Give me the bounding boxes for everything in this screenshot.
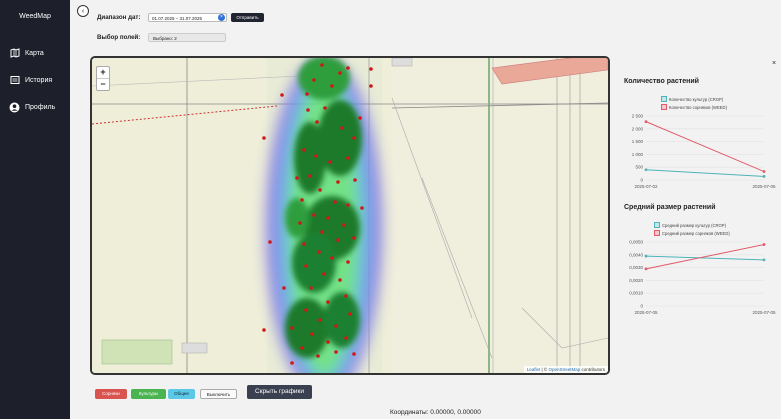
y-tick-label: 2 000	[632, 126, 644, 131]
sidebar-item-label: История	[25, 76, 53, 84]
submit-button[interactable]: Отправить	[231, 13, 264, 22]
x-tick-label: 2025-07-05	[634, 310, 658, 315]
chart-title-size: Средний размер растений	[624, 204, 716, 211]
y-tick-label: 500	[635, 165, 643, 170]
history-icon	[9, 75, 20, 86]
legend-label: Средний размер культур (CROP)	[662, 222, 726, 228]
data-point	[644, 120, 648, 124]
data-point	[644, 267, 648, 271]
y-tick-label: 0	[640, 178, 643, 183]
close-charts-button[interactable]: ×	[772, 60, 776, 67]
data-point	[762, 170, 766, 173]
y-tick-label: 0	[640, 304, 643, 309]
fields-select[interactable]: Выбрано: 2	[148, 33, 226, 42]
y-tick-label: 2 500	[632, 114, 644, 119]
series-line	[645, 169, 765, 177]
data-point	[644, 168, 648, 172]
data-point	[762, 175, 766, 178]
x-tick-label: 2025-07-05	[752, 310, 776, 315]
close-icon: ×	[220, 14, 223, 20]
x-tick-label: 2025-07-02	[634, 184, 658, 189]
sidebar-item-history[interactable]: История	[9, 73, 52, 87]
data-point	[762, 258, 766, 262]
legend-swatch	[661, 104, 667, 110]
clear-date-button[interactable]: ×	[218, 14, 225, 21]
close-icon: ×	[772, 60, 777, 67]
date-range-label: Диапазон дат:	[97, 14, 141, 21]
legend-swatch	[654, 230, 660, 236]
charts-panel: × Количество растений Количество культур…	[614, 56, 781, 371]
zoom-out-button[interactable]: −	[97, 79, 109, 90]
chart-title-count: Количество растений	[624, 78, 699, 85]
hide-charts-button[interactable]: Скрыть графики	[247, 385, 312, 399]
coordinates-readout: Координаты: 0.00000, 0.00000	[390, 409, 481, 416]
y-tick-label: 0,0020	[629, 278, 643, 283]
leaflet-link[interactable]: Leaflet	[527, 367, 541, 372]
weeds-filter-button[interactable]: Сорняки	[95, 389, 127, 399]
legend-item-crop-count: Количество культур (CROP)	[661, 96, 723, 102]
data-point	[644, 254, 648, 258]
legend-swatch	[661, 96, 667, 102]
sidebar-item-map[interactable]: Карта	[9, 46, 44, 60]
chart-plant-count: 0 500 1 000 1 500 2 000 2 500 2025-07-02 2025-0…	[632, 114, 776, 190]
date-range-input[interactable]: 01.07.2025 – 31.07.2025	[148, 13, 227, 22]
app-brand: WeedMap	[19, 13, 51, 20]
y-tick-label: 1 000	[632, 152, 644, 157]
map-attribution: Leaflet | © OpenStreetMap contributors	[523, 366, 608, 373]
fields-label: Выбор полей:	[97, 34, 141, 41]
all-filter-button[interactable]: Общее	[168, 389, 195, 399]
legend-item-crop-size: Средний размер культур (CROP)	[654, 222, 726, 228]
map-canvas[interactable]	[92, 58, 608, 373]
legend-label: Средний размер сорняков (WEED)	[662, 230, 730, 236]
main-content: ‹ Диапазон дат: 01.07.2025 – 31.07.2025 …	[70, 0, 781, 419]
zoom-in-button[interactable]: +	[97, 67, 109, 79]
attribution-suffix: contributors	[580, 367, 605, 372]
user-icon	[9, 102, 20, 113]
series-line	[645, 121, 765, 173]
sidebar: WeedMap Карта История Профиль	[0, 0, 70, 419]
sidebar-item-label: Карта	[25, 49, 44, 57]
legend-swatch	[654, 222, 660, 228]
legend-item-weed-size: Средний размер сорняков (WEED)	[654, 230, 730, 236]
y-tick-label: 0,0050	[629, 240, 643, 245]
map[interactable]: + − Leaflet | © OpenStreetMap contributo…	[90, 56, 610, 375]
legend-item-weed-count: Количество сорняков (WEED)	[661, 104, 727, 110]
y-tick-label: 0,0010	[629, 291, 643, 296]
zoom-control: + −	[96, 66, 110, 91]
legend-label: Количество сорняков (WEED)	[669, 104, 727, 110]
chart-plant-size: 0 0,0010 0,0020 0,0030 0,0040 0,0050 2025-07-0…	[629, 240, 776, 316]
map-icon	[9, 48, 20, 59]
off-filter-button[interactable]: Выключить	[200, 389, 237, 399]
x-tick-label: 2025-07-05	[752, 184, 776, 189]
osm-link[interactable]: OpenStreetMap	[548, 367, 580, 372]
data-point	[762, 243, 766, 246]
y-tick-label: 1 500	[632, 139, 644, 144]
sidebar-item-profile[interactable]: Профиль	[9, 100, 55, 114]
sidebar-item-label: Профиль	[25, 103, 56, 111]
legend-label: Количество культур (CROP)	[669, 96, 724, 102]
crops-filter-button[interactable]: Культуры	[131, 389, 166, 399]
back-button[interactable]: ‹	[77, 5, 89, 17]
y-tick-label: 0,0040	[629, 252, 643, 257]
chevron-left-icon: ‹	[81, 7, 85, 15]
y-tick-label: 0,0030	[629, 265, 643, 270]
